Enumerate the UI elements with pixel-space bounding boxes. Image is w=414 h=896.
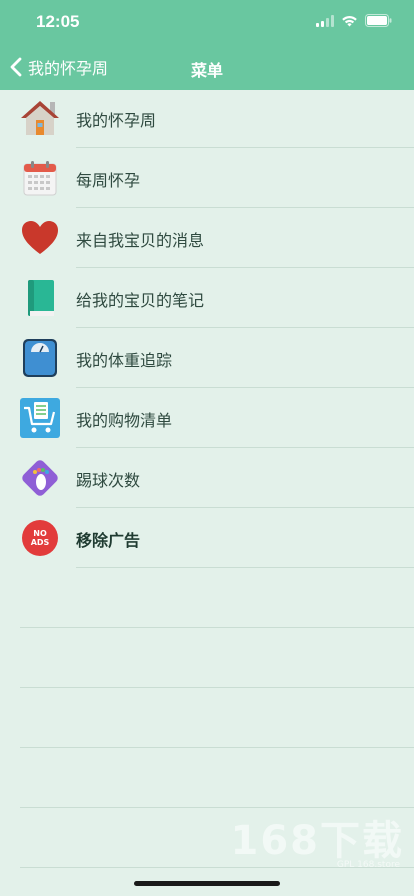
- calendar-icon: [23, 161, 57, 196]
- menu-item-my-pregnancy-week[interactable]: 我的怀孕周: [0, 88, 414, 148]
- wifi-icon: [342, 15, 357, 26]
- watermark-subtext: GPL 168.store: [336, 860, 400, 870]
- signal-icon: [316, 14, 334, 27]
- no-ads-icon: NO ADS: [22, 520, 58, 556]
- scale-icon: [23, 339, 57, 377]
- row-divider: [76, 567, 414, 568]
- empty-row-divider: [20, 687, 414, 688]
- no-ads-text-line2: ADS: [31, 538, 50, 547]
- status-icons: [316, 14, 392, 27]
- page-title: 菜单: [190, 61, 223, 80]
- menu-list: 我的怀孕周 每周怀孕 来自我宝贝的消息 给我的宝贝的笔记 我的体重追踪 我的购物…: [0, 88, 414, 568]
- menu-item-label: 踢球次数: [76, 471, 141, 490]
- menu-item-shopping-list[interactable]: 我的购物清单: [0, 388, 414, 448]
- status-bar: 12:05: [0, 0, 414, 44]
- status-time: 12:05: [36, 12, 80, 31]
- menu-item-remove-ads[interactable]: NO ADS 移除广告: [0, 508, 414, 568]
- menu-item-kick-count[interactable]: 踢球次数: [0, 448, 414, 508]
- menu-item-label: 我的购物清单: [76, 411, 173, 430]
- menu-item-weight-tracker[interactable]: 我的体重追踪: [0, 328, 414, 388]
- shopping-cart-icon: [20, 398, 60, 438]
- battery-icon: [365, 14, 392, 27]
- menu-item-label: 移除广告: [76, 531, 141, 550]
- menu-item-messages-from-baby[interactable]: 来自我宝贝的消息: [0, 208, 414, 268]
- menu-item-label: 给我的宝贝的笔记: [76, 291, 205, 310]
- menu-item-weekly-pregnancy[interactable]: 每周怀孕: [0, 148, 414, 208]
- notebook-icon: [28, 280, 54, 316]
- menu-item-notes-for-baby[interactable]: 给我的宝贝的笔记: [0, 268, 414, 328]
- footprint-icon: [22, 460, 58, 496]
- home-indicator[interactable]: [134, 881, 280, 886]
- menu-item-label: 每周怀孕: [76, 171, 141, 190]
- empty-row-divider: [20, 747, 414, 748]
- header: 12:05 我的怀孕周 菜单: [0, 0, 414, 90]
- heart-icon: [22, 221, 58, 254]
- watermark-logo: 168下载: [230, 818, 404, 864]
- navigation-bar: 我的怀孕周 菜单: [0, 48, 414, 86]
- menu-item-label: 我的怀孕周: [76, 111, 157, 130]
- no-ads-text-line1: NO: [33, 529, 47, 538]
- house-icon: [21, 101, 59, 135]
- empty-row-divider: [20, 627, 414, 628]
- menu-item-label: 来自我宝贝的消息: [76, 231, 205, 250]
- menu-item-label: 我的体重追踪: [76, 351, 173, 370]
